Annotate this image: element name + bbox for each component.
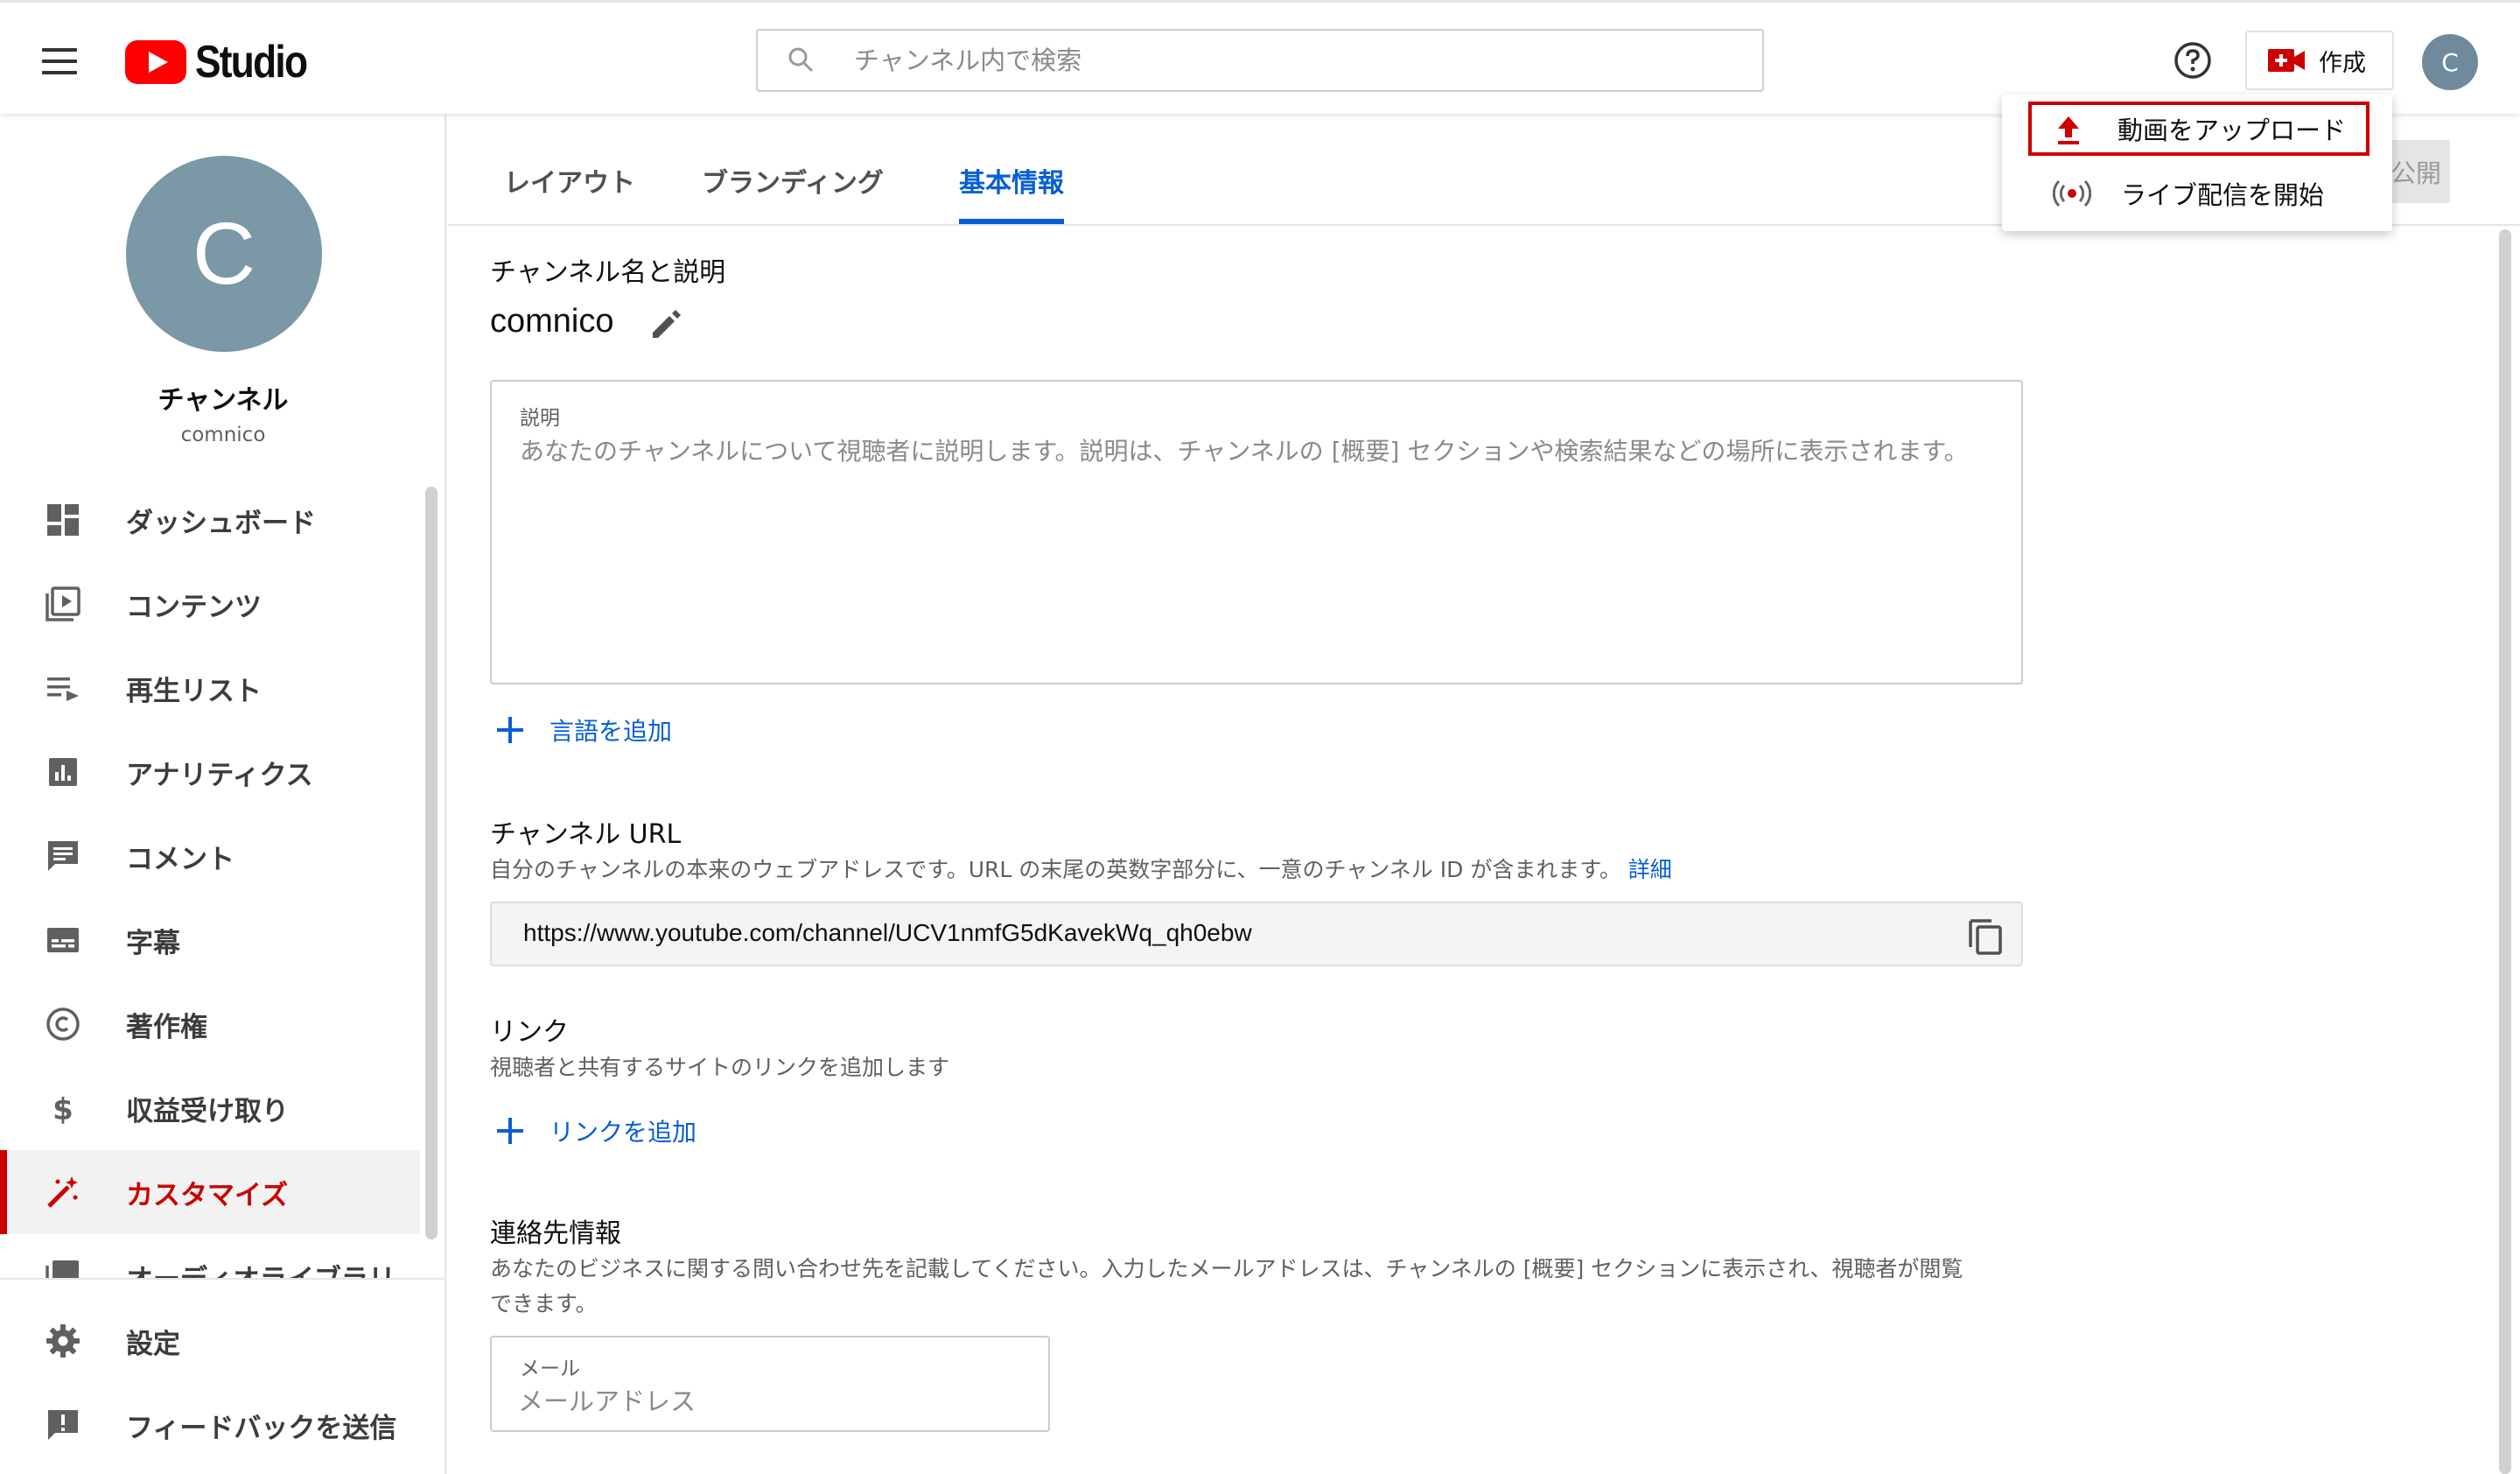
tab-branding[interactable]: ブランディング (702, 161, 884, 200)
description-label: 説明 (520, 407, 560, 430)
tab-layout[interactable]: レイアウト (504, 161, 635, 200)
links-section-heading: リンク (490, 1017, 569, 1048)
tab-basic-info[interactable]: 基本情報 (959, 161, 1064, 200)
sidebar-item-label: カスタマイズ (126, 1180, 289, 1211)
contact-section-description-line2: できます。 (490, 1291, 598, 1316)
description-field[interactable]: 説明 あなたのチャンネルについて視聴者に説明します。説明は、チャンネルの [概要… (490, 380, 2023, 684)
go-live-label: ライブ配信を開始 (2121, 180, 2325, 210)
email-input[interactable] (518, 1381, 1026, 1421)
copy-icon[interactable] (1967, 916, 2006, 956)
main-scrollbar[interactable] (2499, 229, 2511, 1474)
channel-title: チャンネル (158, 385, 289, 416)
menu-icon[interactable] (42, 48, 77, 74)
upload-video-menu-item[interactable]: 動画をアップロード (2028, 102, 2370, 156)
sidebar-item-dashboard[interactable]: ダッシュボード (0, 478, 420, 562)
sidebar-item-label: 字幕 (126, 928, 180, 959)
sidebar-item-label: コンテンツ (126, 592, 262, 623)
url-detail-link[interactable]: 詳細 (1628, 857, 1672, 882)
search-box[interactable] (756, 29, 1764, 92)
search-input[interactable] (854, 31, 1729, 90)
plus-icon (495, 715, 525, 745)
help-icon[interactable] (2174, 41, 2212, 80)
sidebar-item-playlists[interactable]: 再生リスト (0, 646, 420, 730)
email-label: メール (520, 1358, 580, 1380)
sidebar-item-analytics[interactable]: アナリティクス (0, 730, 420, 814)
channel-url-field[interactable]: https://www.youtube.com/channel/UCV1nmfG… (490, 902, 2023, 966)
sidebar: C チャンネル comnico ダッシュボード コンテンツ 再生リスト アナリテ… (0, 114, 446, 1474)
analytics-icon (49, 758, 77, 786)
magic-wand-icon (47, 1176, 78, 1208)
sidebar-item-label: 著作権 (126, 1012, 207, 1043)
pencil-icon[interactable] (649, 306, 684, 341)
upload-icon (2058, 116, 2079, 144)
dollar-icon: $ (52, 1092, 74, 1126)
sidebar-scrollbar[interactable] (425, 487, 438, 1239)
sidebar-item-comments[interactable]: コメント (0, 814, 420, 898)
youtube-logo-icon (125, 40, 186, 84)
sidebar-nav: ダッシュボード コンテンツ 再生リスト アナリティクス コメント 字幕 著作権 … (0, 478, 427, 1388)
sidebar-item-content[interactable]: コンテンツ (0, 562, 420, 646)
sidebar-item-copyright[interactable]: 著作権 (0, 982, 420, 1066)
channel-url: https://www.youtube.com/channel/UCV1nmfG… (523, 919, 1252, 946)
gear-icon (46, 1324, 80, 1358)
sidebar-item-feedback[interactable]: フィードバックを送信 (0, 1383, 420, 1467)
channel-handle: comnico (180, 424, 266, 446)
contact-section-heading: 連絡先情報 (490, 1218, 621, 1249)
name-section-heading: チャンネル名と説明 (490, 257, 726, 288)
comment-icon (48, 841, 78, 871)
youtube-studio-logo[interactable]: Studio (125, 37, 326, 88)
search-icon (788, 47, 814, 73)
channel-avatar[interactable]: C (126, 156, 322, 352)
subtitles-icon (47, 928, 79, 952)
svg-text:$: $ (52, 1092, 74, 1126)
sidebar-item-label: フィードバックを送信 (126, 1413, 397, 1444)
go-live-menu-item[interactable]: ライブ配信を開始 (2030, 166, 2324, 221)
sidebar-item-label: ダッシュボード (126, 508, 316, 539)
url-section-description: 自分のチャンネルの本来のウェブアドレスです。URL の末尾の英数字部分に、一意の… (490, 853, 1672, 884)
add-language-button[interactable]: 言語を追加 (495, 712, 672, 748)
plus-icon (495, 1116, 525, 1146)
publish-label: 公開 (2390, 158, 2441, 188)
sidebar-item-customization[interactable]: カスタマイズ (0, 1150, 420, 1234)
account-avatar[interactable]: C (2422, 34, 2478, 90)
dashboard-icon (47, 504, 79, 536)
description-placeholder: あなたのチャンネルについて視聴者に説明します。説明は、チャンネルの [概要] セ… (520, 437, 1969, 466)
create-label: 作成 (2319, 49, 2366, 77)
email-field[interactable]: メール (490, 1336, 1050, 1432)
sidebar-item-label: 設定 (126, 1329, 180, 1360)
add-link-label: リンクを追加 (550, 1118, 697, 1147)
playlist-icon (47, 677, 79, 701)
contact-section-description-line1: あなたのビジネスに関する問い合わせ先を記載してください。入力したメールアドレスは… (490, 1256, 1964, 1281)
add-language-label: 言語を追加 (550, 717, 673, 746)
sidebar-item-label: コメント (126, 844, 234, 875)
sidebar-item-settings[interactable]: 設定 (0, 1299, 420, 1383)
content-icon (46, 586, 80, 621)
logo-text: Studio (195, 37, 308, 88)
active-tab-indicator (959, 219, 1064, 224)
sidebar-item-label: 再生リスト (126, 676, 262, 707)
sidebar-item-label: アナリティクス (126, 760, 313, 791)
video-camera-plus-icon (2268, 49, 2305, 72)
links-section-description: 視聴者と共有するサイトのリンクを追加します (490, 1055, 950, 1080)
url-section-heading: チャンネル URL (490, 819, 682, 850)
create-menu: 動画をアップロード ライブ配信を開始 (2002, 95, 2392, 231)
sidebar-bottom: 設定 フィードバックを送信 (0, 1278, 444, 1474)
create-button[interactable]: 作成 (2245, 31, 2394, 90)
url-description-text: 自分のチャンネルの本来のウェブアドレスです。URL の末尾の英数字部分に、一意の… (490, 857, 1621, 882)
feedback-icon (48, 1410, 78, 1440)
live-icon (2053, 179, 2091, 207)
add-link-button[interactable]: リンクを追加 (495, 1113, 696, 1148)
sidebar-item-label: 収益受け取り (126, 1096, 289, 1127)
upload-video-label: 動画をアップロード (2118, 116, 2347, 145)
copyright-icon (46, 1007, 80, 1041)
channel-name: comnico (490, 303, 614, 340)
sidebar-item-earn[interactable]: $ 収益受け取り (0, 1066, 420, 1150)
sidebar-item-subtitles[interactable]: 字幕 (0, 898, 420, 982)
